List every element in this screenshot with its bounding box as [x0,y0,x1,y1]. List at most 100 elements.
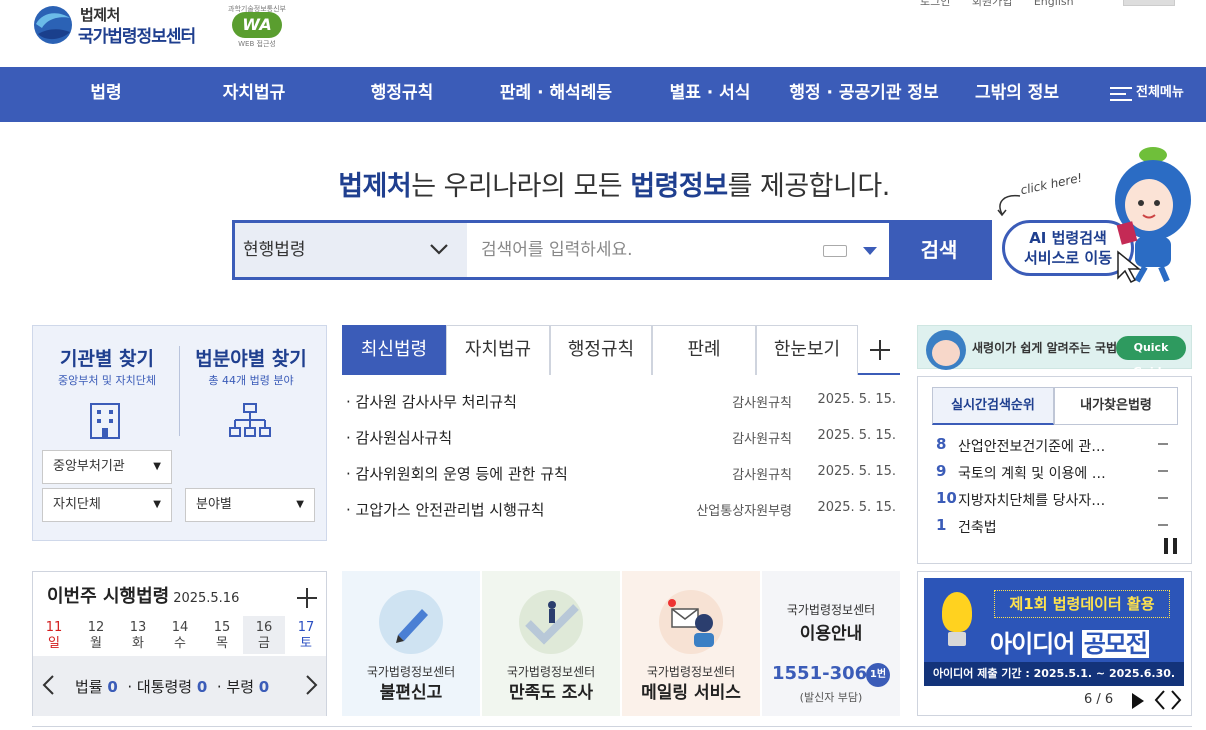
news-title[interactable]: · 감사원심사규칙 [346,427,452,448]
news-row[interactable]: · 감사원심사규칙 감사원규칙 2025. 5. 15. [342,419,900,455]
rank-keyword[interactable]: 산업안전보건기준에 관… [958,436,1105,456]
ranking-item[interactable]: 10 지방자치단체를 당사자… [936,485,1176,509]
prev-next-arrows-icon[interactable] [1154,689,1182,711]
gnb-item-others[interactable]: 그밖의 정보 [968,67,1066,122]
day-cell[interactable]: 17 토 [285,616,327,654]
day-num: 16 [255,620,273,635]
agency-local-select[interactable]: 자치단체 ▼ [42,488,172,522]
ranking-item[interactable]: 8 산업안전보건기준에 관… [936,431,1176,455]
search-scope-select[interactable]: 현행법령 [235,223,467,277]
contest-banner-image[interactable]: 제1회 법령데이터 활용 아이디어 공모전 아이디어 제출 기간 : 2025.… [924,578,1184,686]
util-link-login[interactable]: 로그인 [920,0,950,8]
day-cell-today[interactable]: 16 금 [243,616,285,654]
news-row[interactable]: · 고압가스 안전관리법 시행규칙 산업통상자원부령 2025. 5. 15. [342,491,900,527]
news-category: 감사원규칙 [732,396,792,411]
search-option-dropdown-icon[interactable] [863,247,877,255]
news-title[interactable]: · 감사위원회의 운영 등에 관한 규칙 [346,463,568,484]
news-date: 2025. 5. 15. [817,500,896,515]
tab-my-searched-laws[interactable]: 내가찾은법령 [1054,387,1178,425]
day-cell[interactable]: 12 월 [75,616,117,654]
tab-admin-rules[interactable]: 행정규칙 [550,325,652,375]
service-guide-card[interactable]: 국가법령정보센터 이용안내 1551-3060 1번 (발신자 부담) [762,571,900,716]
day-num: 15 [213,620,231,635]
day-cell[interactable]: 14 수 [159,616,201,654]
web-accessibility-badge: 과학기술정보통신부 WA WEB 접근성 [222,2,292,48]
news-category: 감사원규칙 [732,432,792,447]
news-row[interactable]: · 감사위원회의 운영 등에 관한 규칙 감사원규칙 2025. 5. 15. [342,455,900,491]
more-plus-icon[interactable] [870,340,890,360]
service-phone[interactable]: 1551-3060 [772,663,880,684]
play-icon[interactable] [1132,693,1144,709]
gnb-item-local-laws[interactable]: 자치법규 [210,67,298,122]
day-num: 17 [297,620,315,635]
weekly-date: 2025.5.16 [173,591,240,606]
chevron-right-icon[interactable] [305,674,319,696]
service-mailing-card[interactable]: 국가법령정보센터 메일링 서비스 [622,571,760,716]
rank-keyword[interactable]: 국토의 계획 및 이용에 … [958,463,1106,483]
rank-keyword[interactable]: 지방자치단체를 당사자… [958,490,1105,510]
gnb-item-public-agencies[interactable]: 행정 · 공공기관 정보 [784,67,944,122]
virtual-keyboard-icon[interactable] [823,245,847,257]
quick-guide-banner[interactable]: 새령이가 쉽게 알려주는 국법 Quick Guide [917,325,1192,378]
service-subtitle: 국가법령정보센터 [786,603,876,617]
weekly-title-text: 이번주 시행법령 [47,586,170,607]
rank-number: 9 [936,462,947,480]
lightbulb-icon [942,592,972,632]
news-date: 2025. 5. 15. [817,392,896,407]
field-select[interactable]: 분야별 ▼ [185,488,315,522]
day-weekday: 수 [174,636,186,651]
hero-brand: 법제처 [338,171,412,202]
gnb-item-admin-rules[interactable]: 행정규칙 [358,67,446,122]
find-by-agency-title[interactable]: 기관별 찾기 [37,344,177,371]
weekly-enforced-laws: 이번주 시행법령 2025.5.16 11 일 12 월 13 화 14 수 15 목 16… [32,571,327,716]
stat-value[interactable]: 0 [107,678,117,696]
service-complaint-card[interactable]: 국가법령정보센터 불편신고 [342,571,480,716]
search-button[interactable]: 검색 [889,223,989,277]
gnb-item-precedents[interactable]: 판례 · 해석례등 [490,67,622,122]
search-bar: 현행법령 검색 [232,220,992,280]
tab-local-laws[interactable]: 자치법규 [446,325,550,375]
gnb-item-laws[interactable]: 법령 [76,67,136,122]
rank-keyword[interactable]: 건축법 [958,517,997,537]
news-title[interactable]: · 감사원 감사사무 처리규칙 [346,391,517,412]
building-icon[interactable] [85,400,125,440]
day-cell[interactable]: 13 화 [117,616,159,654]
news-tabs: 최신법령 자치법규 행정규칙 판례 한눈보기 [342,325,900,375]
ranking-item[interactable]: 1 건축법 [936,512,1176,536]
hero-text-2: 를 제공합니다. [727,171,891,202]
stat-label: 법률 [75,678,103,696]
weekly-title: 이번주 시행법령 2025.5.16 [47,582,239,608]
weekly-more-plus-icon[interactable] [297,588,317,608]
util-link-english[interactable]: English [1034,0,1074,8]
day-cell[interactable]: 11 일 [33,616,75,654]
day-num: 14 [171,620,189,635]
rank-change-icon [1158,470,1168,472]
logo-site-name[interactable]: 국가법령정보센터 [78,22,196,47]
moleg-emblem-icon[interactable] [32,4,74,46]
gnb-item-forms[interactable]: 별표 · 서식 [660,67,760,122]
ranking-item[interactable]: 9 국토의 계획 및 이용에 … [936,458,1176,482]
news-title[interactable]: · 고압가스 안전관리법 시행규칙 [346,499,544,520]
stat-value[interactable]: 0 [259,678,269,696]
tab-overview[interactable]: 한눈보기 [756,325,858,375]
tab-latest-laws[interactable]: 최신법령 [342,325,446,375]
day-cell[interactable]: 15 목 [201,616,243,654]
hero-strong: 법령정보 [630,171,728,202]
service-title: 메일링 서비스 [641,683,741,703]
day-weekday: 금 [258,636,270,651]
tab-realtime-ranking[interactable]: 실시간검색순위 [932,387,1054,425]
util-select-box[interactable] [1123,0,1175,6]
news-row[interactable]: · 감사원 감사사무 처리규칙 감사원규칙 2025. 5. 15. [342,383,900,419]
org-chart-icon[interactable] [229,402,271,440]
find-by-field-title[interactable]: 법분야별 찾기 [181,344,321,371]
stat-value[interactable]: 0 [197,678,207,696]
service-survey-card[interactable]: 국가법령정보센터 만족도 조사 [482,571,620,716]
rank-change-icon [1158,497,1168,499]
curved-arrow-icon [997,194,1021,217]
agency-central-select[interactable]: 중앙부처기관 ▼ [42,450,172,484]
tab-precedents[interactable]: 판례 [652,325,756,375]
all-menu-button[interactable]: 전체메뉴 [1110,81,1184,103]
chevron-left-icon[interactable] [41,674,55,696]
pause-icon[interactable] [1164,538,1178,554]
util-link-join[interactable]: 회원가입 [972,0,1012,8]
